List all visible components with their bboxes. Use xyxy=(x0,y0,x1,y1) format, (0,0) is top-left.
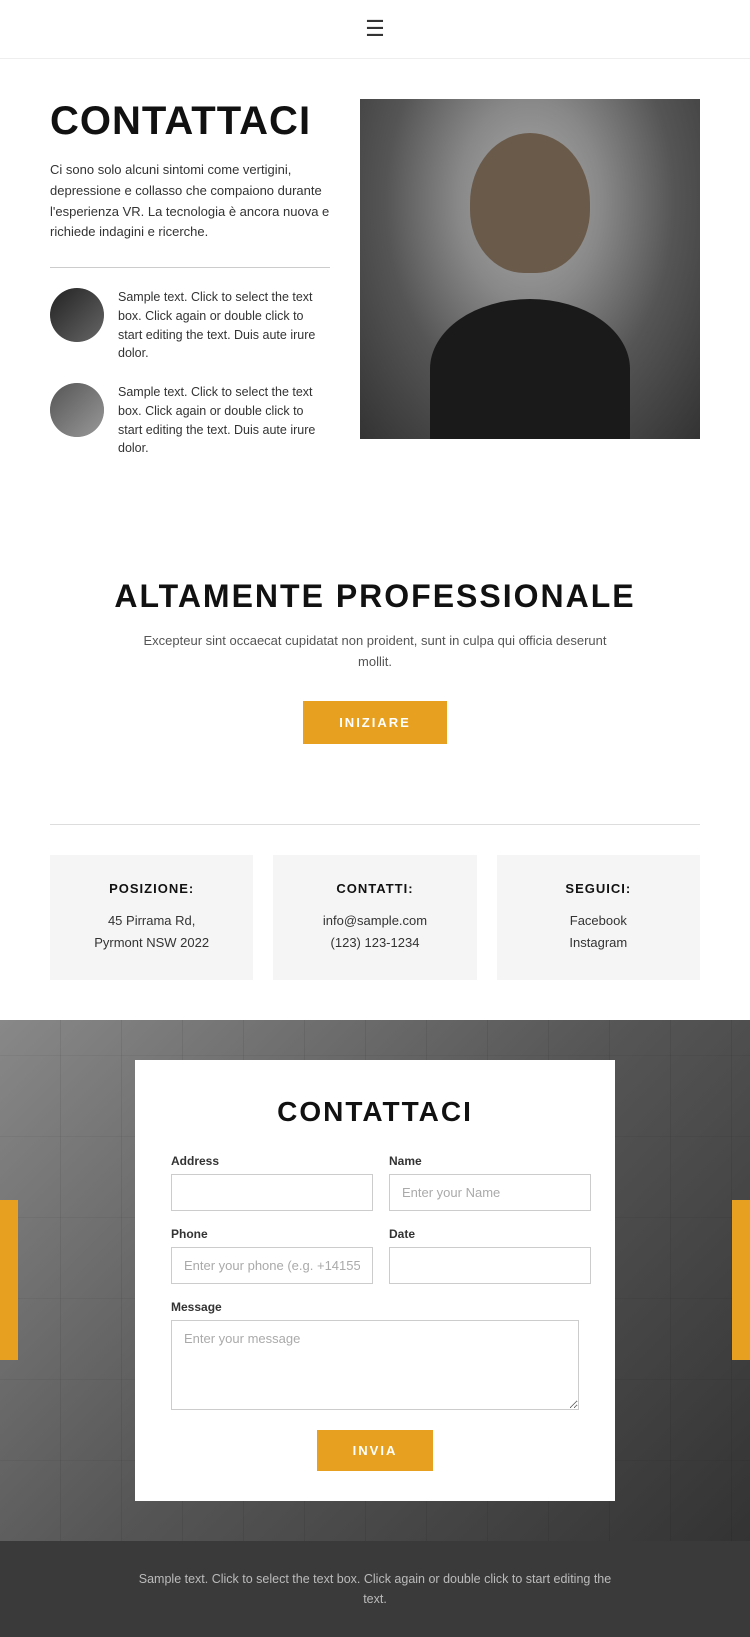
info-card-contatti: CONTATTI: info@sample.com (123) 123-1234 xyxy=(273,855,476,980)
section-info-cards: POSIZIONE: 45 Pirrama Rd, Pyrmont NSW 20… xyxy=(0,825,750,1020)
address-label: Address xyxy=(171,1154,373,1168)
posizione-content: 45 Pirrama Rd, Pyrmont NSW 2022 xyxy=(70,910,233,954)
footer-text: Sample text. Click to select the text bo… xyxy=(135,1569,615,1609)
contatti-phone[interactable]: (123) 123-1234 xyxy=(293,932,456,954)
contatti-content: info@sample.com (123) 123-1234 xyxy=(293,910,456,954)
portrait-bg xyxy=(360,99,700,439)
footer: Sample text. Click to select the text bo… xyxy=(0,1541,750,1637)
professional-description: Excepteur sint occaecat cupidatat non pr… xyxy=(135,631,615,673)
form-group-message: Message xyxy=(171,1300,579,1410)
orange-accent-left xyxy=(0,1200,18,1360)
posizione-line2: Pyrmont NSW 2022 xyxy=(94,935,209,950)
contact-title: CONTATTACI xyxy=(50,99,330,144)
form-group-phone: Phone xyxy=(171,1227,373,1284)
avatar-image-2 xyxy=(50,383,104,437)
address-input[interactable] xyxy=(171,1174,373,1211)
contatti-email[interactable]: info@sample.com xyxy=(293,910,456,932)
form-row-message: Message xyxy=(171,1300,579,1410)
seguici-instagram[interactable]: Instagram xyxy=(517,932,680,954)
posizione-title: POSIZIONE: xyxy=(70,881,233,896)
person-text-1: Sample text. Click to select the text bo… xyxy=(118,288,330,363)
name-input[interactable] xyxy=(389,1174,591,1211)
divider xyxy=(50,267,330,268)
form-title: CONTATTACI xyxy=(171,1096,579,1128)
iniziare-button[interactable]: INIZIARE xyxy=(303,701,447,744)
section-professional: ALTAMENTE PROFESSIONALE Excepteur sint o… xyxy=(0,518,750,784)
seguici-facebook[interactable]: Facebook xyxy=(517,910,680,932)
contact-description: Ci sono solo alcuni sintomi come vertigi… xyxy=(50,160,330,243)
section-contact-top: CONTATTACI Ci sono solo alcuni sintomi c… xyxy=(0,59,750,518)
form-group-name: Name xyxy=(389,1154,591,1211)
header: ☰ xyxy=(0,0,750,59)
orange-accent-right xyxy=(732,1200,750,1360)
contact-right xyxy=(360,99,700,439)
contatti-title: CONTATTI: xyxy=(293,881,456,896)
person-item-2: Sample text. Click to select the text bo… xyxy=(50,383,330,458)
date-input[interactable] xyxy=(389,1247,591,1284)
seguici-title: SEGUICI: xyxy=(517,881,680,896)
info-card-posizione: POSIZIONE: 45 Pirrama Rd, Pyrmont NSW 20… xyxy=(50,855,253,980)
person-text-2: Sample text. Click to select the text bo… xyxy=(118,383,330,458)
form-container: CONTATTACI Address Name Phone Date M xyxy=(135,1060,615,1501)
avatar-1 xyxy=(50,288,104,342)
form-row-phone-date: Phone Date xyxy=(171,1227,579,1284)
message-textarea[interactable] xyxy=(171,1320,579,1410)
avatar-2 xyxy=(50,383,104,437)
section-form-bg: CONTATTACI Address Name Phone Date M xyxy=(0,1020,750,1541)
submit-button[interactable]: INVIA xyxy=(317,1430,434,1471)
contact-left: CONTATTACI Ci sono solo alcuni sintomi c… xyxy=(50,99,330,478)
menu-icon[interactable]: ☰ xyxy=(365,16,385,42)
posizione-line1: 45 Pirrama Rd, xyxy=(108,913,195,928)
form-group-address: Address xyxy=(171,1154,373,1211)
portrait-image xyxy=(360,99,700,439)
professional-title: ALTAMENTE PROFESSIONALE xyxy=(50,578,700,615)
portrait-head xyxy=(470,133,590,273)
portrait-body xyxy=(430,299,630,439)
date-label: Date xyxy=(389,1227,591,1241)
name-label: Name xyxy=(389,1154,591,1168)
avatar-image-1 xyxy=(50,288,104,342)
form-group-date: Date xyxy=(389,1227,591,1284)
seguici-content: Facebook Instagram xyxy=(517,910,680,954)
phone-label: Phone xyxy=(171,1227,373,1241)
info-card-seguici: SEGUICI: Facebook Instagram xyxy=(497,855,700,980)
phone-input[interactable] xyxy=(171,1247,373,1284)
person-item-1: Sample text. Click to select the text bo… xyxy=(50,288,330,363)
form-row-address-name: Address Name xyxy=(171,1154,579,1211)
